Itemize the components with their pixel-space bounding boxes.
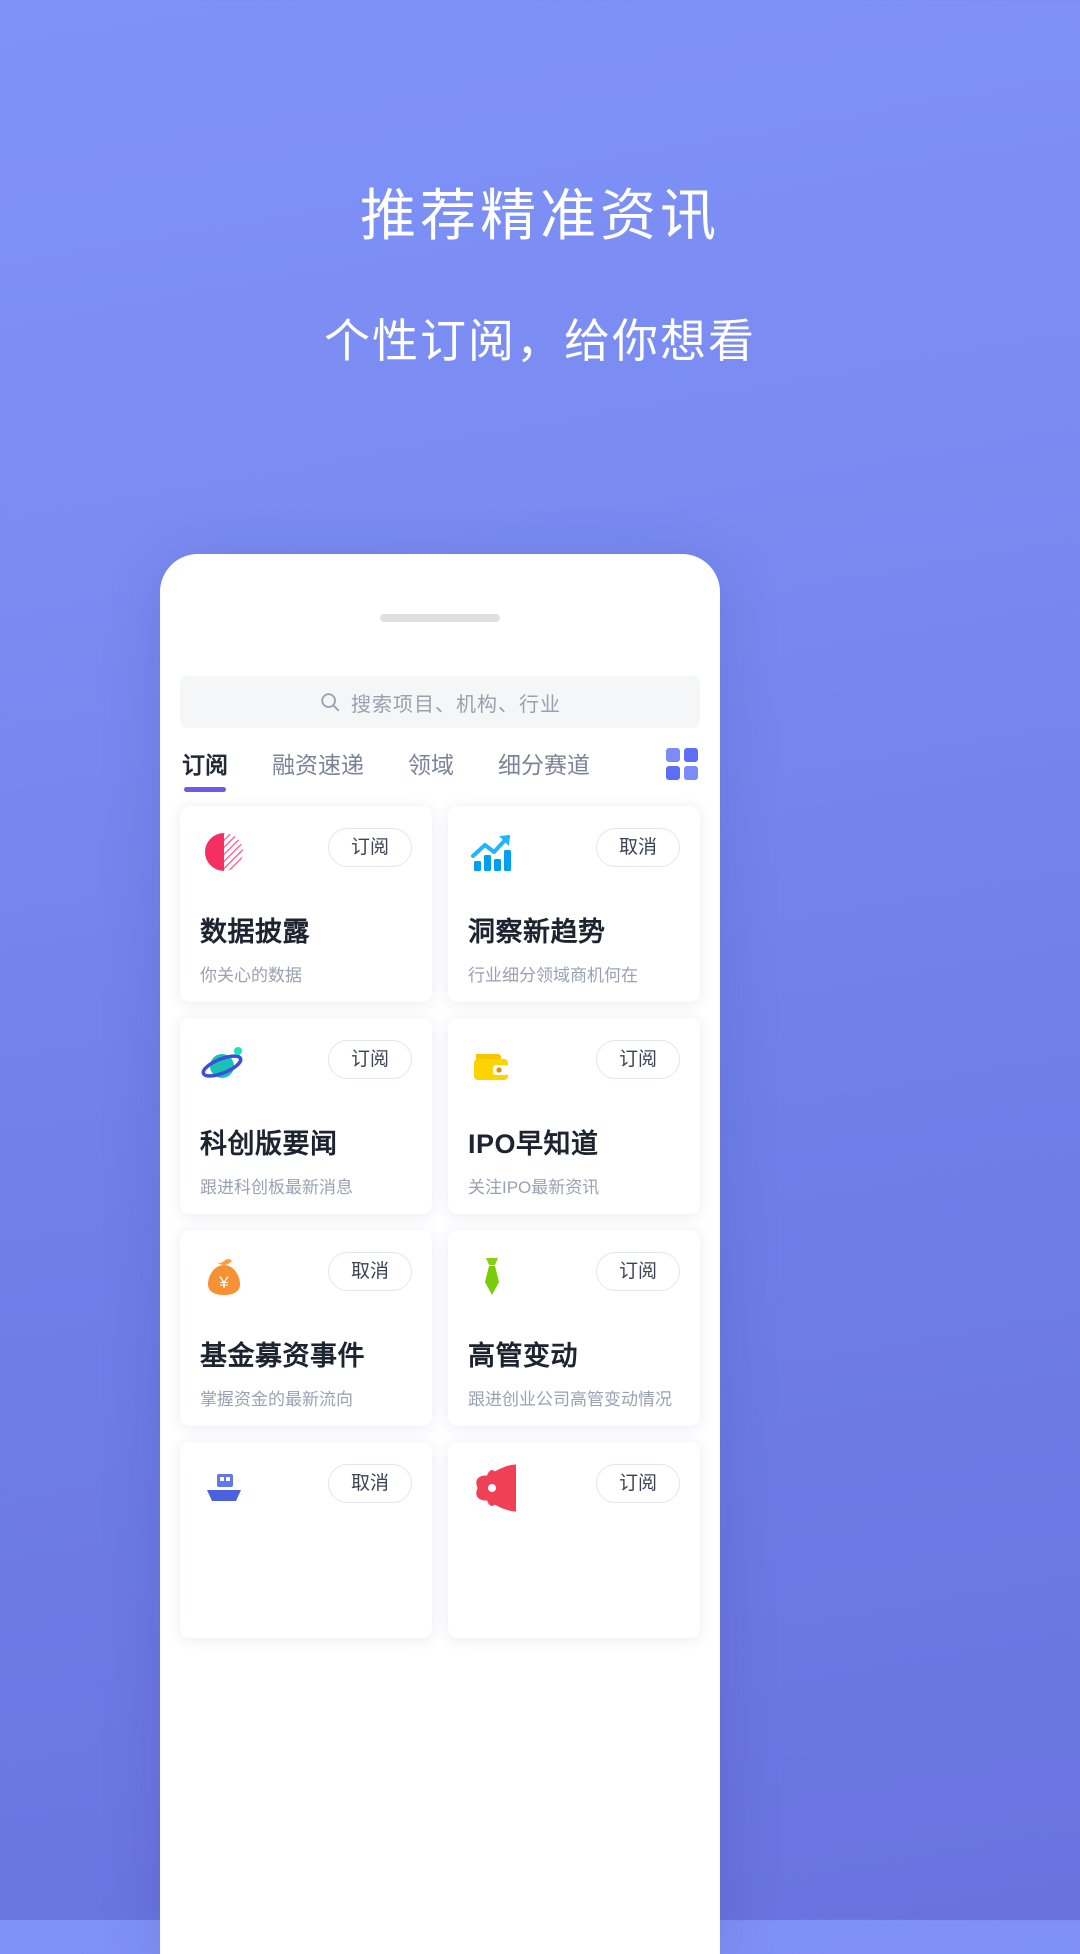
page-title: 推荐精准资讯 [360, 184, 720, 247]
card-ipo-alerts[interactable]: 订阅 IPO早知道 关注IPO最新资讯 [448, 1018, 700, 1214]
card-header: 订阅 [200, 828, 412, 876]
card-new-trends[interactable]: 取消 洞察新趋势 行业细分领域商机何在 [448, 806, 700, 1002]
card-data-disclosure[interactable]: 订阅 数据披露 你关心的数据 [180, 806, 432, 1002]
card-title: 基金募资事件 [200, 1341, 365, 1371]
card-title: 科创版要闻 [200, 1129, 338, 1159]
tab-subsectors[interactable]: 细分赛道 [498, 746, 590, 792]
tab-funding-express[interactable]: 融资速递 [272, 746, 364, 792]
card-title: IPO早知道 [468, 1129, 599, 1159]
planet-icon [200, 1040, 248, 1088]
card-subtitle: 跟进创业公司高管变动情况 [468, 1390, 672, 1409]
wallet-icon [468, 1040, 516, 1088]
card-subtitle: 掌握资金的最新流向 [200, 1390, 353, 1409]
card-sci-tech-board-news[interactable]: 订阅 科创版要闻 跟进科创板最新消息 [180, 1018, 432, 1214]
search-input[interactable]: 搜索项目、机构、行业 [180, 676, 700, 728]
subscribe-button[interactable]: 订阅 [595, 1252, 680, 1291]
card-executive-changes[interactable]: 订阅 高管变动 跟进创业公司高管变动情况 [448, 1230, 700, 1426]
search-placeholder: 搜索项目、机构、行业 [351, 693, 561, 716]
card-header: 订阅 [468, 1252, 680, 1300]
tab-bar: 订阅 融资速递 领域 细分赛道 [180, 746, 700, 792]
card-header: 订阅 [200, 1040, 412, 1088]
unsubscribe-button[interactable]: 取消 [595, 828, 680, 867]
card-header: 取消 [200, 1464, 412, 1512]
svg-text:¥: ¥ [218, 1273, 229, 1292]
unsubscribe-button[interactable]: 取消 [327, 1252, 412, 1291]
subscribe-button[interactable]: 订阅 [327, 828, 412, 867]
card-header: 取消 [468, 828, 680, 876]
card-partial-aperture[interactable]: 订阅 [448, 1442, 700, 1638]
subscribe-button[interactable]: 订阅 [595, 1040, 680, 1079]
unsubscribe-button[interactable]: 取消 [327, 1464, 412, 1503]
ship-icon [200, 1464, 248, 1512]
card-partial-ship[interactable]: 取消 [180, 1442, 432, 1638]
subscribe-button[interactable]: 订阅 [327, 1040, 412, 1079]
tab-fields[interactable]: 领域 [408, 746, 454, 792]
card-subtitle: 行业细分领域商机何在 [468, 966, 638, 985]
card-fund-raising-events[interactable]: ¥ 取消 基金募资事件 掌握资金的最新流向 [180, 1230, 432, 1426]
search-icon [321, 693, 340, 712]
card-header: ¥ 取消 [200, 1252, 412, 1300]
card-title: 高管变动 [468, 1341, 578, 1371]
grid-view-icon[interactable] [666, 748, 698, 780]
pie-chart-icon [200, 828, 248, 876]
hero-section: 推荐精准资讯 个性订阅，给你想看 [0, 0, 1080, 371]
subscription-card-grid: 订阅 数据披露 你关心的数据 取消 洞察新趋势 行业细分领域商机何在 订阅 科创… [180, 806, 700, 1638]
aperture-icon [468, 1464, 527, 1512]
card-title: 洞察新趋势 [468, 917, 606, 947]
phone-speaker [380, 614, 500, 622]
app-screen: 搜索项目、机构、行业 订阅 融资速递 领域 细分赛道 订阅 数据披露 你关心的数… [160, 676, 720, 1638]
card-subtitle: 你关心的数据 [200, 966, 302, 985]
card-subtitle: 关注IPO最新资讯 [468, 1178, 600, 1197]
tab-subscription[interactable]: 订阅 [182, 746, 228, 792]
subscribe-button[interactable]: 订阅 [595, 1464, 680, 1503]
phone-mockup: 搜索项目、机构、行业 订阅 融资速递 领域 细分赛道 订阅 数据披露 你关心的数… [160, 554, 720, 1954]
necktie-icon [468, 1252, 516, 1300]
money-bag-icon: ¥ [200, 1252, 248, 1300]
card-subtitle: 跟进科创板最新消息 [200, 1178, 353, 1197]
card-header: 订阅 [468, 1464, 680, 1512]
bar-chart-up-icon [468, 828, 516, 876]
page-subtitle: 个性订阅，给你想看 [324, 315, 756, 368]
card-header: 订阅 [468, 1040, 680, 1088]
card-title: 数据披露 [200, 917, 310, 947]
